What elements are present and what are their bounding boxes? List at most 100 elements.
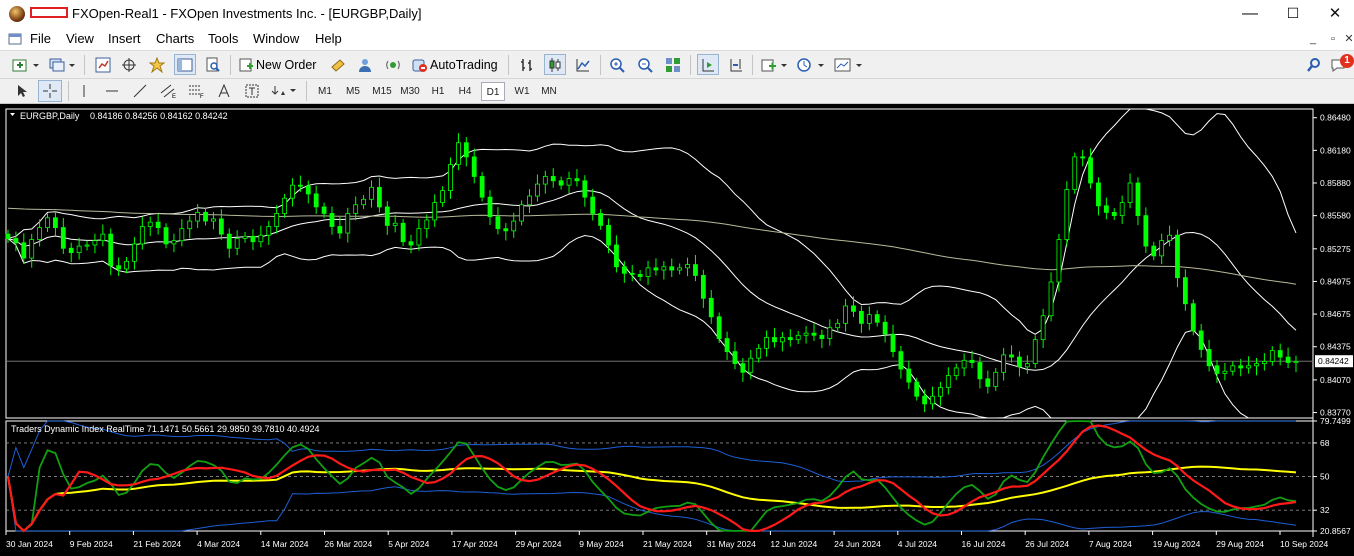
price-chart[interactable]: EURGBP,Daily 0.84186 0.84256 0.84162 0.8… — [0, 104, 1354, 556]
candle-body — [76, 245, 82, 254]
bar-chart-button[interactable] — [516, 54, 538, 75]
candle-body — [1048, 281, 1054, 317]
candle-body — [1001, 354, 1007, 373]
timeframe-m5[interactable]: M5 — [341, 82, 365, 101]
candle-body — [250, 235, 256, 243]
mdi-restore-button[interactable]: ▫ — [1325, 32, 1341, 46]
candle-body — [566, 178, 572, 186]
candle-body — [305, 185, 311, 195]
chart-window[interactable]: EURGBP,Daily 0.84186 0.84256 0.84162 0.8… — [0, 104, 1354, 556]
strategy-tester-button[interactable] — [202, 54, 224, 75]
menu-view[interactable]: View — [66, 31, 94, 46]
trendline-icon — [133, 84, 147, 98]
candlestick-button[interactable] — [544, 54, 566, 75]
auto-scroll-button[interactable] — [697, 54, 719, 75]
autotrading-label: AutoTrading — [430, 57, 498, 72]
periods-button[interactable] — [795, 54, 827, 75]
price-scale-label: 0.84975 — [1320, 276, 1351, 286]
search-button[interactable] — [1303, 54, 1325, 75]
timeframe-w1[interactable]: W1 — [510, 82, 534, 101]
price-scale-label: 0.84070 — [1320, 375, 1351, 385]
timeframe-m30[interactable]: M30 — [397, 82, 423, 101]
navigator-button[interactable] — [146, 54, 168, 75]
mdi-minimize-button[interactable]: _ — [1305, 32, 1321, 46]
close-button[interactable]: ✕ — [1312, 0, 1354, 28]
candle-body — [1198, 330, 1204, 350]
timeframe-h1[interactable]: H1 — [426, 82, 450, 101]
candle-body — [84, 244, 90, 247]
metaeditor-button[interactable] — [327, 54, 349, 75]
date-label: 21 May 2024 — [643, 539, 692, 549]
candle-body — [203, 211, 208, 222]
line-chart-button[interactable] — [572, 54, 594, 75]
terminal-button[interactable] — [174, 54, 196, 75]
tile-windows-button[interactable] — [662, 54, 684, 75]
autotrading-button[interactable]: AutoTrading — [410, 54, 502, 75]
equidistant-channel-button[interactable]: E — [158, 81, 180, 101]
candle-body — [432, 202, 438, 221]
date-label: 30 Jan 2024 — [6, 539, 53, 549]
menu-tools[interactable]: Tools — [208, 31, 238, 46]
candle-body — [1040, 315, 1046, 341]
candle-body — [1119, 202, 1125, 217]
price-scale-label: 0.85880 — [1320, 178, 1351, 188]
zoom-out-button[interactable] — [634, 54, 656, 75]
crosshair-button[interactable] — [38, 80, 62, 102]
data-window-button[interactable] — [118, 54, 140, 75]
candle-body — [993, 371, 999, 387]
chart-shift-button[interactable] — [725, 54, 747, 75]
menu-charts[interactable]: Charts — [156, 31, 194, 46]
candle-body — [1254, 363, 1259, 367]
menu-help[interactable]: Help — [315, 31, 342, 46]
candle-body — [1277, 350, 1283, 358]
minimize-button[interactable]: — — [1227, 0, 1273, 28]
mdi-close-button[interactable]: ✕ — [1341, 32, 1354, 46]
templates-button[interactable] — [833, 54, 865, 75]
svg-text:E: E — [172, 94, 176, 99]
candle-body — [282, 197, 287, 214]
candle-body — [124, 260, 129, 270]
candle-body — [598, 213, 604, 226]
candle-body — [1111, 211, 1117, 217]
fibonacci-button[interactable]: F — [186, 81, 208, 101]
standard-toolbar: New Order AutoTrading — [0, 51, 1354, 79]
timeframe-mn[interactable]: MN — [537, 82, 561, 101]
candle-body — [906, 368, 912, 383]
menu-file[interactable]: File — [30, 31, 51, 46]
menu-window[interactable]: Window — [253, 31, 299, 46]
market-watch-button[interactable] — [92, 54, 114, 75]
candle-body — [226, 233, 232, 249]
date-label: 26 Jul 2024 — [1025, 539, 1069, 549]
signals-button[interactable] — [354, 54, 376, 75]
timeframe-m1[interactable]: M1 — [313, 82, 337, 101]
candle-body — [945, 375, 951, 388]
text-button[interactable] — [214, 81, 234, 101]
arrows-button[interactable] — [270, 81, 300, 101]
zoom-in-button[interactable] — [606, 54, 628, 75]
candle-body — [179, 228, 185, 242]
timeframe-h4[interactable]: H4 — [453, 82, 477, 101]
horizontal-line-button[interactable] — [102, 81, 122, 101]
menu-insert[interactable]: Insert — [108, 31, 141, 46]
new-order-button[interactable]: New Order — [238, 54, 322, 75]
maximize-button[interactable]: ☐ — [1270, 0, 1316, 28]
new-chart-button[interactable] — [10, 54, 42, 75]
cursor-button[interactable] — [12, 81, 32, 101]
candle-body — [819, 334, 825, 339]
timeframe-d1[interactable]: D1 — [481, 82, 505, 101]
text-label-button[interactable] — [242, 81, 262, 101]
candle-body — [29, 239, 35, 259]
profiles-button[interactable] — [46, 54, 78, 75]
candle-body — [961, 359, 967, 369]
text-a-icon — [218, 84, 230, 98]
candle-body — [914, 381, 920, 397]
notification-count-badge: 1 — [1340, 54, 1354, 68]
indicators-button[interactable] — [760, 54, 790, 75]
trendline-button[interactable] — [130, 81, 150, 101]
timeframe-m15[interactable]: M15 — [369, 82, 395, 101]
templates-icon — [834, 58, 862, 71]
market-button[interactable] — [382, 54, 404, 75]
vertical-line-button[interactable] — [74, 81, 94, 101]
candle-body — [677, 267, 683, 271]
candle-body — [621, 266, 627, 274]
